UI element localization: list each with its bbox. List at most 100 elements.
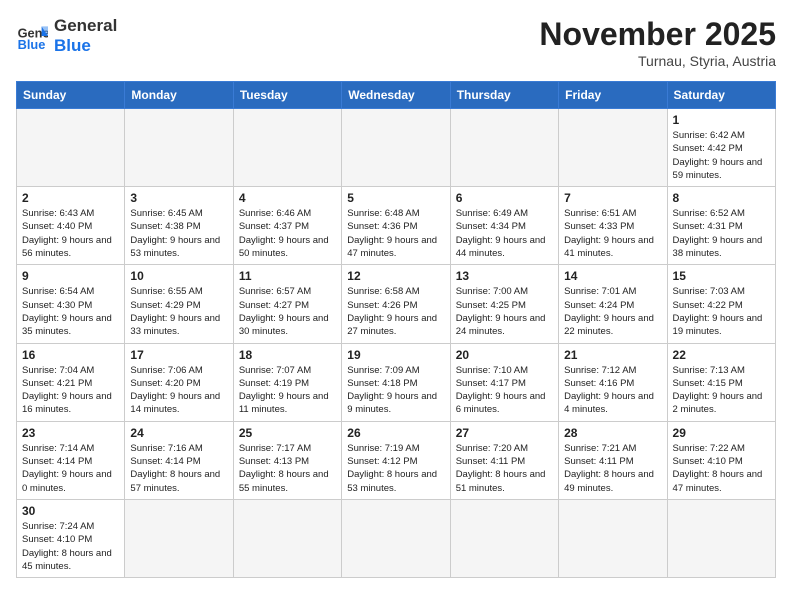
logo-icon: General Blue bbox=[16, 20, 48, 52]
day-info: Sunrise: 7:21 AMSunset: 4:11 PMDaylight:… bbox=[564, 442, 661, 495]
day-info: Sunrise: 7:24 AMSunset: 4:10 PMDaylight:… bbox=[22, 520, 119, 573]
day-info: Sunrise: 7:13 AMSunset: 4:15 PMDaylight:… bbox=[673, 364, 770, 417]
calendar-cell: 25Sunrise: 7:17 AMSunset: 4:13 PMDayligh… bbox=[233, 421, 341, 499]
day-number: 2 bbox=[22, 191, 119, 205]
weekday-header-row: SundayMondayTuesdayWednesdayThursdayFrid… bbox=[17, 82, 776, 109]
week-row-4: 16 Sunrise: 7:04 AMSunset: 4:21 PMDayligh… bbox=[17, 343, 776, 421]
weekday-header-saturday: Saturday bbox=[667, 82, 775, 109]
day-number: 6 bbox=[456, 191, 553, 205]
calendar-cell: 18Sunrise: 7:07 AMSunset: 4:19 PMDayligh… bbox=[233, 343, 341, 421]
day-number: 28 bbox=[564, 426, 661, 440]
day-info: Sunrise: 6:45 AMSunset: 4:38 PMDaylight:… bbox=[130, 207, 227, 260]
day-number: 17 bbox=[130, 348, 227, 362]
weekday-header-friday: Friday bbox=[559, 82, 667, 109]
day-number: 19 bbox=[347, 348, 444, 362]
day-number: 5 bbox=[347, 191, 444, 205]
calendar-cell: 4 Sunrise: 6:46 AMSunset: 4:37 PMDaylight… bbox=[233, 187, 341, 265]
week-row-2: 2 Sunrise: 6:43 AMSunset: 4:40 PMDaylight… bbox=[17, 187, 776, 265]
calendar-cell: 20Sunrise: 7:10 AMSunset: 4:17 PMDayligh… bbox=[450, 343, 558, 421]
calendar-cell: 22 Sunrise: 7:13 AMSunset: 4:15 PMDayligh… bbox=[667, 343, 775, 421]
calendar-cell bbox=[342, 499, 450, 577]
calendar-cell: 24 Sunrise: 7:16 AMSunset: 4:14 PMDayligh… bbox=[125, 421, 233, 499]
day-info: Sunrise: 6:55 AMSunset: 4:29 PMDaylight:… bbox=[130, 285, 227, 338]
weekday-header-thursday: Thursday bbox=[450, 82, 558, 109]
day-number: 26 bbox=[347, 426, 444, 440]
weekday-header-monday: Monday bbox=[125, 82, 233, 109]
svg-text:Blue: Blue bbox=[18, 37, 46, 52]
day-info: Sunrise: 7:14 AMSunset: 4:14 PMDaylight:… bbox=[22, 442, 119, 495]
calendar-cell bbox=[559, 109, 667, 187]
calendar-cell: 10 Sunrise: 6:55 AMSunset: 4:29 PMDayligh… bbox=[125, 265, 233, 343]
day-info: Sunrise: 7:01 AMSunset: 4:24 PMDaylight:… bbox=[564, 285, 661, 338]
calendar-cell bbox=[233, 109, 341, 187]
day-number: 24 bbox=[130, 426, 227, 440]
weekday-header-wednesday: Wednesday bbox=[342, 82, 450, 109]
day-number: 9 bbox=[22, 269, 119, 283]
month-title: November 2025 bbox=[539, 16, 776, 53]
calendar-cell: 23Sunrise: 7:14 AMSunset: 4:14 PMDayligh… bbox=[17, 421, 125, 499]
day-info: Sunrise: 7:06 AMSunset: 4:20 PMDaylight:… bbox=[130, 364, 227, 417]
day-info: Sunrise: 6:43 AMSunset: 4:40 PMDaylight:… bbox=[22, 207, 119, 260]
calendar-cell: 13 Sunrise: 7:00 AMSunset: 4:25 PMDayligh… bbox=[450, 265, 558, 343]
calendar-cell: 26 Sunrise: 7:19 AMSunset: 4:12 PMDayligh… bbox=[342, 421, 450, 499]
calendar-cell bbox=[125, 109, 233, 187]
day-info: Sunrise: 6:49 AMSunset: 4:34 PMDaylight:… bbox=[456, 207, 553, 260]
day-info: Sunrise: 6:52 AMSunset: 4:31 PMDaylight:… bbox=[673, 207, 770, 260]
day-number: 8 bbox=[673, 191, 770, 205]
calendar-cell bbox=[342, 109, 450, 187]
calendar-cell: 27Sunrise: 7:20 AMSunset: 4:11 PMDayligh… bbox=[450, 421, 558, 499]
calendar-cell: 19 Sunrise: 7:09 AMSunset: 4:18 PMDayligh… bbox=[342, 343, 450, 421]
day-info: Sunrise: 7:03 AMSunset: 4:22 PMDaylight:… bbox=[673, 285, 770, 338]
weekday-header-sunday: Sunday bbox=[17, 82, 125, 109]
day-number: 12 bbox=[347, 269, 444, 283]
calendar-cell bbox=[125, 499, 233, 577]
day-number: 20 bbox=[456, 348, 553, 362]
calendar-cell bbox=[450, 109, 558, 187]
day-info: Sunrise: 7:00 AMSunset: 4:25 PMDaylight:… bbox=[456, 285, 553, 338]
calendar-cell bbox=[233, 499, 341, 577]
day-info: Sunrise: 6:54 AMSunset: 4:30 PMDaylight:… bbox=[22, 285, 119, 338]
week-row-5: 23Sunrise: 7:14 AMSunset: 4:14 PMDayligh… bbox=[17, 421, 776, 499]
day-number: 16 bbox=[22, 348, 119, 362]
day-info: Sunrise: 7:19 AMSunset: 4:12 PMDaylight:… bbox=[347, 442, 444, 495]
day-info: Sunrise: 7:16 AMSunset: 4:14 PMDaylight:… bbox=[130, 442, 227, 495]
day-info: Sunrise: 7:12 AMSunset: 4:16 PMDaylight:… bbox=[564, 364, 661, 417]
calendar-cell: 8 Sunrise: 6:52 AMSunset: 4:31 PMDaylight… bbox=[667, 187, 775, 265]
calendar-cell: 17 Sunrise: 7:06 AMSunset: 4:20 PMDayligh… bbox=[125, 343, 233, 421]
weekday-header-tuesday: Tuesday bbox=[233, 82, 341, 109]
logo: General Blue General Blue bbox=[16, 16, 117, 57]
day-number: 11 bbox=[239, 269, 336, 283]
calendar-cell: 16 Sunrise: 7:04 AMSunset: 4:21 PMDayligh… bbox=[17, 343, 125, 421]
day-info: Sunrise: 6:46 AMSunset: 4:37 PMDaylight:… bbox=[239, 207, 336, 260]
day-info: Sunrise: 7:09 AMSunset: 4:18 PMDaylight:… bbox=[347, 364, 444, 417]
day-number: 21 bbox=[564, 348, 661, 362]
day-number: 13 bbox=[456, 269, 553, 283]
calendar-cell bbox=[559, 499, 667, 577]
calendar-cell: 30Sunrise: 7:24 AMSunset: 4:10 PMDayligh… bbox=[17, 499, 125, 577]
calendar: SundayMondayTuesdayWednesdayThursdayFrid… bbox=[16, 81, 776, 578]
day-number: 15 bbox=[673, 269, 770, 283]
calendar-cell: 3Sunrise: 6:45 AMSunset: 4:38 PMDaylight… bbox=[125, 187, 233, 265]
page-header: General Blue General Blue November 2025 … bbox=[16, 16, 776, 69]
calendar-cell: 12 Sunrise: 6:58 AMSunset: 4:26 PMDayligh… bbox=[342, 265, 450, 343]
day-number: 22 bbox=[673, 348, 770, 362]
day-number: 18 bbox=[239, 348, 336, 362]
calendar-cell: 15 Sunrise: 7:03 AMSunset: 4:22 PMDayligh… bbox=[667, 265, 775, 343]
day-info: Sunrise: 7:20 AMSunset: 4:11 PMDaylight:… bbox=[456, 442, 553, 495]
calendar-cell: 7Sunrise: 6:51 AMSunset: 4:33 PMDaylight… bbox=[559, 187, 667, 265]
calendar-cell: 29Sunrise: 7:22 AMSunset: 4:10 PMDayligh… bbox=[667, 421, 775, 499]
day-info: Sunrise: 7:04 AMSunset: 4:21 PMDaylight:… bbox=[22, 364, 119, 417]
day-info: Sunrise: 7:17 AMSunset: 4:13 PMDaylight:… bbox=[239, 442, 336, 495]
day-info: Sunrise: 6:58 AMSunset: 4:26 PMDaylight:… bbox=[347, 285, 444, 338]
day-number: 1 bbox=[673, 113, 770, 127]
day-number: 4 bbox=[239, 191, 336, 205]
calendar-cell bbox=[450, 499, 558, 577]
week-row-3: 9 Sunrise: 6:54 AMSunset: 4:30 PMDaylight… bbox=[17, 265, 776, 343]
calendar-cell: 5Sunrise: 6:48 AMSunset: 4:36 PMDaylight… bbox=[342, 187, 450, 265]
day-number: 10 bbox=[130, 269, 227, 283]
week-row-1: 1Sunrise: 6:42 AMSunset: 4:42 PMDaylight… bbox=[17, 109, 776, 187]
title-block: November 2025 Turnau, Styria, Austria bbox=[539, 16, 776, 69]
calendar-cell: 9 Sunrise: 6:54 AMSunset: 4:30 PMDaylight… bbox=[17, 265, 125, 343]
calendar-cell bbox=[17, 109, 125, 187]
logo-blue: Blue bbox=[54, 36, 117, 56]
